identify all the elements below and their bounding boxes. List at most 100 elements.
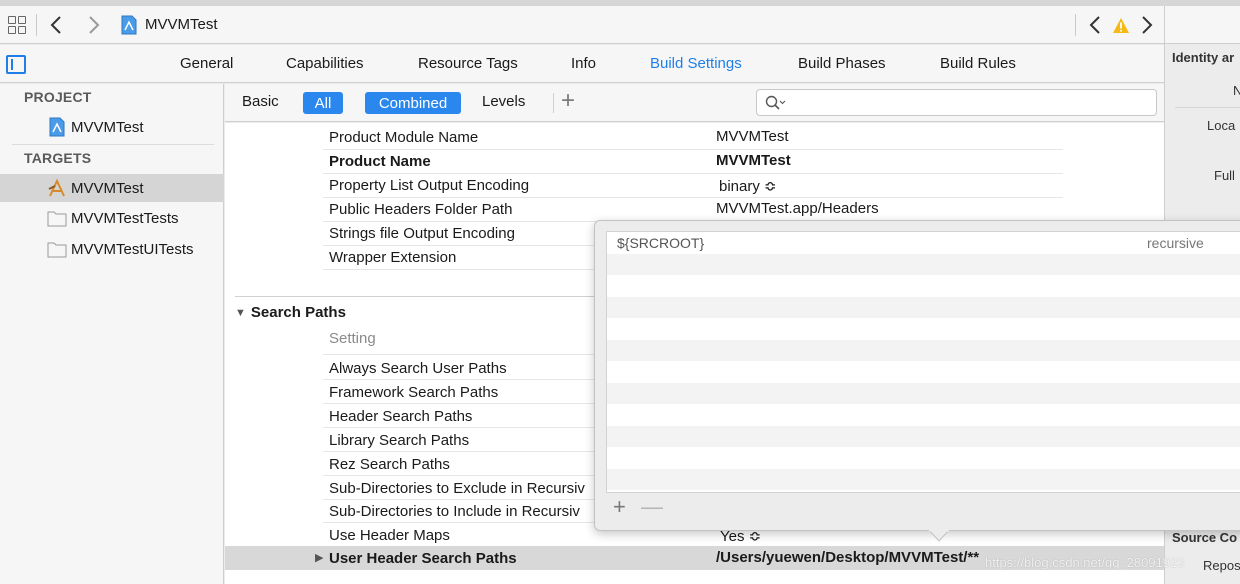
- jumpbar-divider: [1075, 14, 1076, 36]
- navigator-divider: [12, 144, 214, 145]
- setting-value[interactable]: MVVMTest: [716, 128, 789, 145]
- tab-build-phases[interactable]: Build Phases: [798, 55, 886, 72]
- target-item-app[interactable]: MVVMTest: [0, 174, 224, 202]
- target-item-label: MVVMTestTests: [71, 209, 179, 227]
- filter-combined-button[interactable]: Combined: [365, 92, 461, 114]
- settings-search-input[interactable]: [756, 89, 1157, 116]
- target-item-tests[interactable]: MVVMTestTests: [0, 204, 224, 232]
- add-path-button[interactable]: +: [613, 494, 626, 520]
- setting-label: Product Module Name: [329, 129, 479, 146]
- inspector-divider: [1175, 107, 1240, 108]
- target-item-label: MVVMTestUITests: [71, 240, 194, 258]
- recursive-option[interactable]: recursive: [1147, 235, 1204, 251]
- search-icon: [765, 95, 786, 110]
- list-item: [607, 425, 1240, 447]
- jumpbar-right-controls: [1075, 14, 1158, 36]
- setting-label: Framework Search Paths: [329, 384, 499, 401]
- jumpbar-title[interactable]: MVVMTest: [145, 16, 218, 33]
- search-paths-list: ${SRCROOT} recursive: [606, 231, 1240, 493]
- inspector-section-title: Identity ar: [1172, 50, 1235, 65]
- target-item-ui-tests[interactable]: MVVMTestUITests: [0, 235, 224, 263]
- warning-icon[interactable]: [1112, 17, 1130, 34]
- watermark-text: https://blog.csdn.net/qq_28091923: [985, 555, 1185, 570]
- search-paths-popover: ${SRCROOT} recursive + —: [594, 220, 1240, 542]
- tab-resource-tags[interactable]: Resource Tags: [418, 55, 518, 72]
- list-item: [607, 447, 1240, 469]
- bundle-target-icon: [47, 242, 67, 258]
- previous-issue-chevron-icon[interactable]: [1084, 14, 1106, 36]
- list-item: [607, 275, 1240, 297]
- setting-value[interactable]: binary ≎: [719, 177, 777, 195]
- filter-levels-button[interactable]: Levels: [482, 93, 525, 110]
- setting-label: Sub-Directories to Include in Recursiv: [329, 503, 580, 520]
- popover-arrow: [929, 530, 949, 542]
- inspector-header: [1165, 6, 1240, 44]
- setting-label: Rez Search Paths: [329, 456, 450, 473]
- project-section-header: PROJECT: [24, 89, 92, 105]
- tab-build-rules[interactable]: Build Rules: [940, 55, 1016, 72]
- disclosure-triangle-icon[interactable]: ▶: [315, 551, 323, 564]
- bundle-target-icon: [47, 211, 67, 227]
- filter-divider: [553, 93, 554, 113]
- setting-value[interactable]: MVVMTest.app/Headers: [716, 200, 879, 217]
- setting-label: Always Search User Paths: [329, 360, 507, 377]
- sidebar-toggle-icon[interactable]: [6, 55, 26, 74]
- tab-info[interactable]: Info: [571, 55, 596, 72]
- jumpbar-divider: [36, 13, 37, 36]
- setting-label: Sub-Directories to Exclude in Recursiv: [329, 480, 585, 497]
- inspector-source-control-title: Source Co: [1172, 530, 1238, 545]
- search-path-value[interactable]: ${SRCROOT}: [617, 235, 704, 251]
- row-divider: [323, 173, 1063, 174]
- target-item-label: MVVMTest: [71, 179, 144, 197]
- list-item[interactable]: ${SRCROOT} recursive: [607, 232, 1240, 254]
- project-item-label: MVVMTest: [71, 118, 144, 136]
- setting-label: Library Search Paths: [329, 432, 470, 449]
- setting-label: Strings file Output Encoding: [329, 225, 515, 242]
- project-navigator: PROJECT MVVMTest TARGETS MVVMTest MVVMTe…: [0, 84, 224, 584]
- row-divider: [323, 197, 1063, 198]
- list-item: [607, 296, 1240, 318]
- search-paths-section-header[interactable]: ▼ Search Paths: [235, 304, 346, 321]
- inspector-name-label: N: [1233, 83, 1240, 98]
- inspector-full-path-label: Full: [1214, 168, 1235, 183]
- filter-basic-button[interactable]: Basic: [242, 93, 279, 110]
- targets-section-header: TARGETS: [24, 150, 92, 166]
- setting-label: Use Header Maps: [329, 527, 450, 544]
- list-item: [607, 318, 1240, 340]
- setting-label: Property List Output Encoding: [329, 177, 530, 194]
- add-setting-button[interactable]: +: [561, 87, 575, 115]
- list-item: [607, 468, 1240, 490]
- disclosure-triangle-icon[interactable]: ▼: [235, 307, 246, 319]
- setting-label: Public Headers Folder Path: [329, 201, 513, 218]
- filter-all-button[interactable]: All: [303, 92, 343, 114]
- inspector-location-label: Loca: [1207, 118, 1236, 133]
- setting-label: Product Name: [329, 153, 431, 170]
- tab-build-settings[interactable]: Build Settings: [650, 55, 742, 72]
- tab-general[interactable]: General: [180, 55, 233, 72]
- inspector-repository-label: Repos: [1203, 558, 1240, 573]
- project-file-icon: [49, 117, 65, 137]
- section-title-label: Search Paths: [250, 304, 346, 321]
- tab-capabilities[interactable]: Capabilities: [286, 55, 364, 72]
- editor-tab-bar: General Capabilities Resource Tags Info …: [0, 45, 1164, 83]
- list-item: [607, 382, 1240, 404]
- project-file-icon: [121, 15, 137, 34]
- jump-bar: MVVMTest: [0, 6, 1164, 44]
- build-settings-filter-bar: Basic All Combined Levels +: [225, 84, 1164, 122]
- next-issue-chevron-icon[interactable]: [1136, 14, 1158, 36]
- back-chevron-icon[interactable]: [45, 14, 67, 36]
- remove-path-button[interactable]: —: [641, 494, 663, 520]
- setting-value[interactable]: MVVMTest: [716, 152, 791, 169]
- app-target-icon: [48, 178, 65, 197]
- setting-column-header: Setting: [329, 330, 376, 347]
- setting-label: Wrapper Extension: [329, 249, 457, 266]
- setting-label: User Header Search Paths: [329, 550, 517, 567]
- list-item: [607, 404, 1240, 426]
- related-items-icon[interactable]: [8, 15, 26, 34]
- row-divider: [323, 149, 1063, 150]
- user-header-search-paths-value[interactable]: /Users/yuewen/Desktop/MVVMTest/**: [716, 549, 979, 566]
- list-item: [607, 253, 1240, 275]
- list-item: [607, 339, 1240, 361]
- project-item[interactable]: MVVMTest: [0, 113, 224, 141]
- forward-chevron-icon[interactable]: [83, 14, 105, 36]
